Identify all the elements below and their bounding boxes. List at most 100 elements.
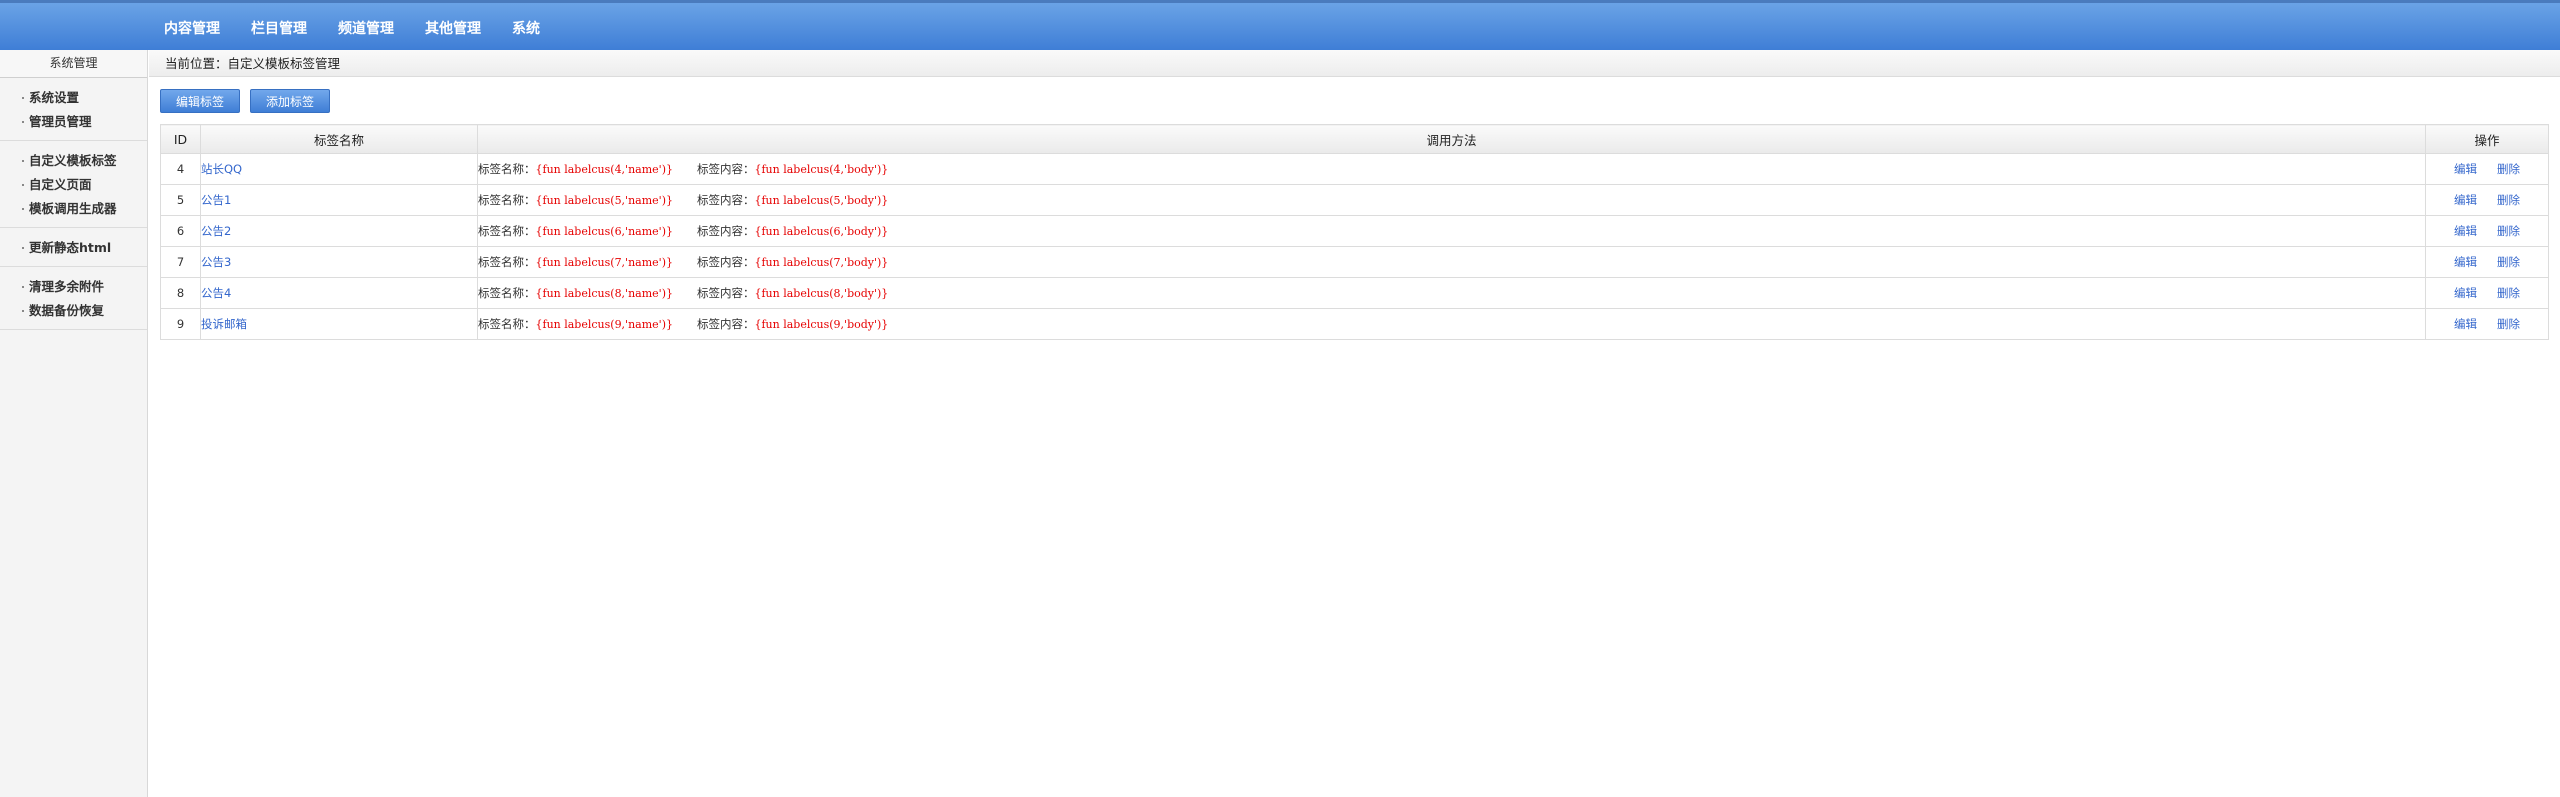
sidebar-item-custom-pages[interactable]: 自定义页面 [0,173,147,197]
table-header-row: ID 标签名称 调用方法 操作 [160,124,2549,154]
bullet-icon [22,208,24,210]
row-actions-cell: 编辑 删除 [2425,184,2549,216]
row-actions-cell: 编辑 删除 [2425,277,2549,309]
column-header-actions: 操作 [2425,124,2549,154]
delete-link[interactable]: 删除 [2497,317,2520,331]
sidebar-item-label: 自定义页面 [29,177,92,192]
body-call-code: {fun labelcus(7,'body')} [754,256,889,269]
sidebar-item-label: 清理多余附件 [29,279,105,294]
sidebar-item-template-call-generator[interactable]: 模板调用生成器 [0,197,147,221]
row-method-cell: 标签名称：{fun labelcus(7,'name')} 标签内容：{fun l… [477,246,2426,278]
edit-link[interactable]: 编辑 [2454,224,2477,238]
bullet-icon [22,160,24,162]
tag-name-link[interactable]: 站长QQ [202,162,243,176]
sidebar-item-label: 模板调用生成器 [29,201,117,216]
bullet-icon [22,121,24,123]
name-prefix: 标签名称： [478,162,536,176]
sidebar-item-label: 管理员管理 [29,114,92,129]
row-id: 7 [160,246,201,278]
bullet-icon [22,97,24,99]
name-prefix: 标签名称： [478,255,536,269]
row-id: 5 [160,184,201,216]
sidebar-group: 清理多余附件 数据备份恢复 [0,267,147,330]
bullet-icon [22,184,24,186]
sidebar-group: 自定义模板标签 自定义页面 模板调用生成器 [0,141,147,228]
name-call-code: {fun labelcus(4,'name')} [535,163,673,176]
row-id: 9 [160,308,201,340]
delete-link[interactable]: 删除 [2497,193,2520,207]
bullet-icon [22,247,24,249]
row-method-cell: 标签名称：{fun labelcus(4,'name')} 标签内容：{fun l… [477,153,2426,185]
row-id: 8 [160,277,201,309]
name-call-code: {fun labelcus(6,'name')} [535,225,673,238]
sidebar-item-update-static-html[interactable]: 更新静态html [0,236,147,260]
sidebar-group: 系统设置 管理员管理 [0,78,147,141]
top-nav: 内容管理 栏目管理 频道管理 其他管理 系统 [164,18,571,38]
add-tag-button[interactable]: 添加标签 [250,89,330,113]
body-call-code: {fun labelcus(4,'body')} [754,163,889,176]
row-method-cell: 标签名称：{fun labelcus(6,'name')} 标签内容：{fun l… [477,215,2426,247]
nav-channel[interactable]: 频道管理 [338,18,394,38]
table-row: 6 公告2 标签名称：{fun labelcus(6,'name')} 标签内容：{f… [160,215,2549,247]
name-prefix: 标签名称： [478,193,536,207]
edit-link[interactable]: 编辑 [2454,317,2477,331]
sidebar-item-admin-management[interactable]: 管理员管理 [0,110,147,134]
name-call-code: {fun labelcus(5,'name')} [535,194,673,207]
name-prefix: 标签名称： [478,317,536,331]
name-call-code: {fun labelcus(7,'name')} [535,256,673,269]
body-prefix: 标签内容： [696,317,755,331]
delete-link[interactable]: 删除 [2497,224,2520,238]
sidebar-item-label: 系统设置 [29,90,80,105]
tag-name-link[interactable]: 公告3 [202,255,232,269]
body-prefix: 标签内容： [696,255,755,269]
tag-name-link[interactable]: 公告1 [202,193,232,207]
row-method-cell: 标签名称：{fun labelcus(9,'name')} 标签内容：{fun l… [477,308,2426,340]
edit-link[interactable]: 编辑 [2454,255,2477,269]
row-actions-cell: 编辑 删除 [2425,308,2549,340]
bullet-icon [22,310,24,312]
column-header-method: 调用方法 [477,124,2426,154]
table-row: 8 公告4 标签名称：{fun labelcus(8,'name')} 标签内容：{f… [160,277,2549,309]
row-actions-cell: 编辑 删除 [2425,246,2549,278]
sidebar-item-system-settings[interactable]: 系统设置 [0,86,147,110]
column-header-id: ID [160,124,201,154]
sidebar-item-backup-restore[interactable]: 数据备份恢复 [0,299,147,323]
edit-link[interactable]: 编辑 [2454,286,2477,300]
delete-link[interactable]: 删除 [2497,162,2520,176]
sidebar-item-label: 自定义模板标签 [29,153,117,168]
sidebar: 系统管理 系统设置 管理员管理 自定义模板标签 自定义页面 模板调用生成器 更新… [0,50,148,797]
tag-name-link[interactable]: 公告4 [202,286,232,300]
edit-tag-button[interactable]: 编辑标签 [160,89,240,113]
body-prefix: 标签内容： [696,286,755,300]
tag-name-link[interactable]: 公告2 [202,224,232,238]
table-row: 7 公告3 标签名称：{fun labelcus(7,'name')} 标签内容：{f… [160,246,2549,278]
nav-content[interactable]: 内容管理 [164,18,220,38]
nav-column[interactable]: 栏目管理 [251,18,307,38]
delete-link[interactable]: 删除 [2497,286,2520,300]
tags-table: ID 标签名称 调用方法 操作 4 站长QQ 标签名称：{fun labelcus(… [160,124,2549,340]
sidebar-title: 系统管理 [0,50,147,78]
body-prefix: 标签内容： [696,162,755,176]
nav-system[interactable]: 系统 [512,18,540,38]
nav-other[interactable]: 其他管理 [425,18,481,38]
breadcrumb: 当前位置：自定义模板标签管理 [149,50,2560,77]
delete-link[interactable]: 删除 [2497,255,2520,269]
edit-link[interactable]: 编辑 [2454,162,2477,176]
tag-name-link[interactable]: 投诉邮箱 [202,317,248,331]
sidebar-item-custom-template-tags[interactable]: 自定义模板标签 [0,149,147,173]
table-row: 5 公告1 标签名称：{fun labelcus(5,'name')} 标签内容：{f… [160,184,2549,216]
body-call-code: {fun labelcus(9,'body')} [754,318,889,331]
row-actions-cell: 编辑 删除 [2425,153,2549,185]
row-name-cell: 公告2 [200,215,478,247]
sidebar-item-clean-attachments[interactable]: 清理多余附件 [0,275,147,299]
edit-link[interactable]: 编辑 [2454,193,2477,207]
row-name-cell: 投诉邮箱 [200,308,478,340]
table-row: 4 站长QQ 标签名称：{fun labelcus(4,'name')} 标签内容：{… [160,153,2549,185]
sidebar-item-label: 数据备份恢复 [29,303,105,318]
row-name-cell: 公告1 [200,184,478,216]
row-name-cell: 公告3 [200,246,478,278]
body-call-code: {fun labelcus(6,'body')} [754,225,889,238]
body-call-code: {fun labelcus(8,'body')} [754,287,889,300]
name-prefix: 标签名称： [478,286,536,300]
body-call-code: {fun labelcus(5,'body')} [754,194,889,207]
